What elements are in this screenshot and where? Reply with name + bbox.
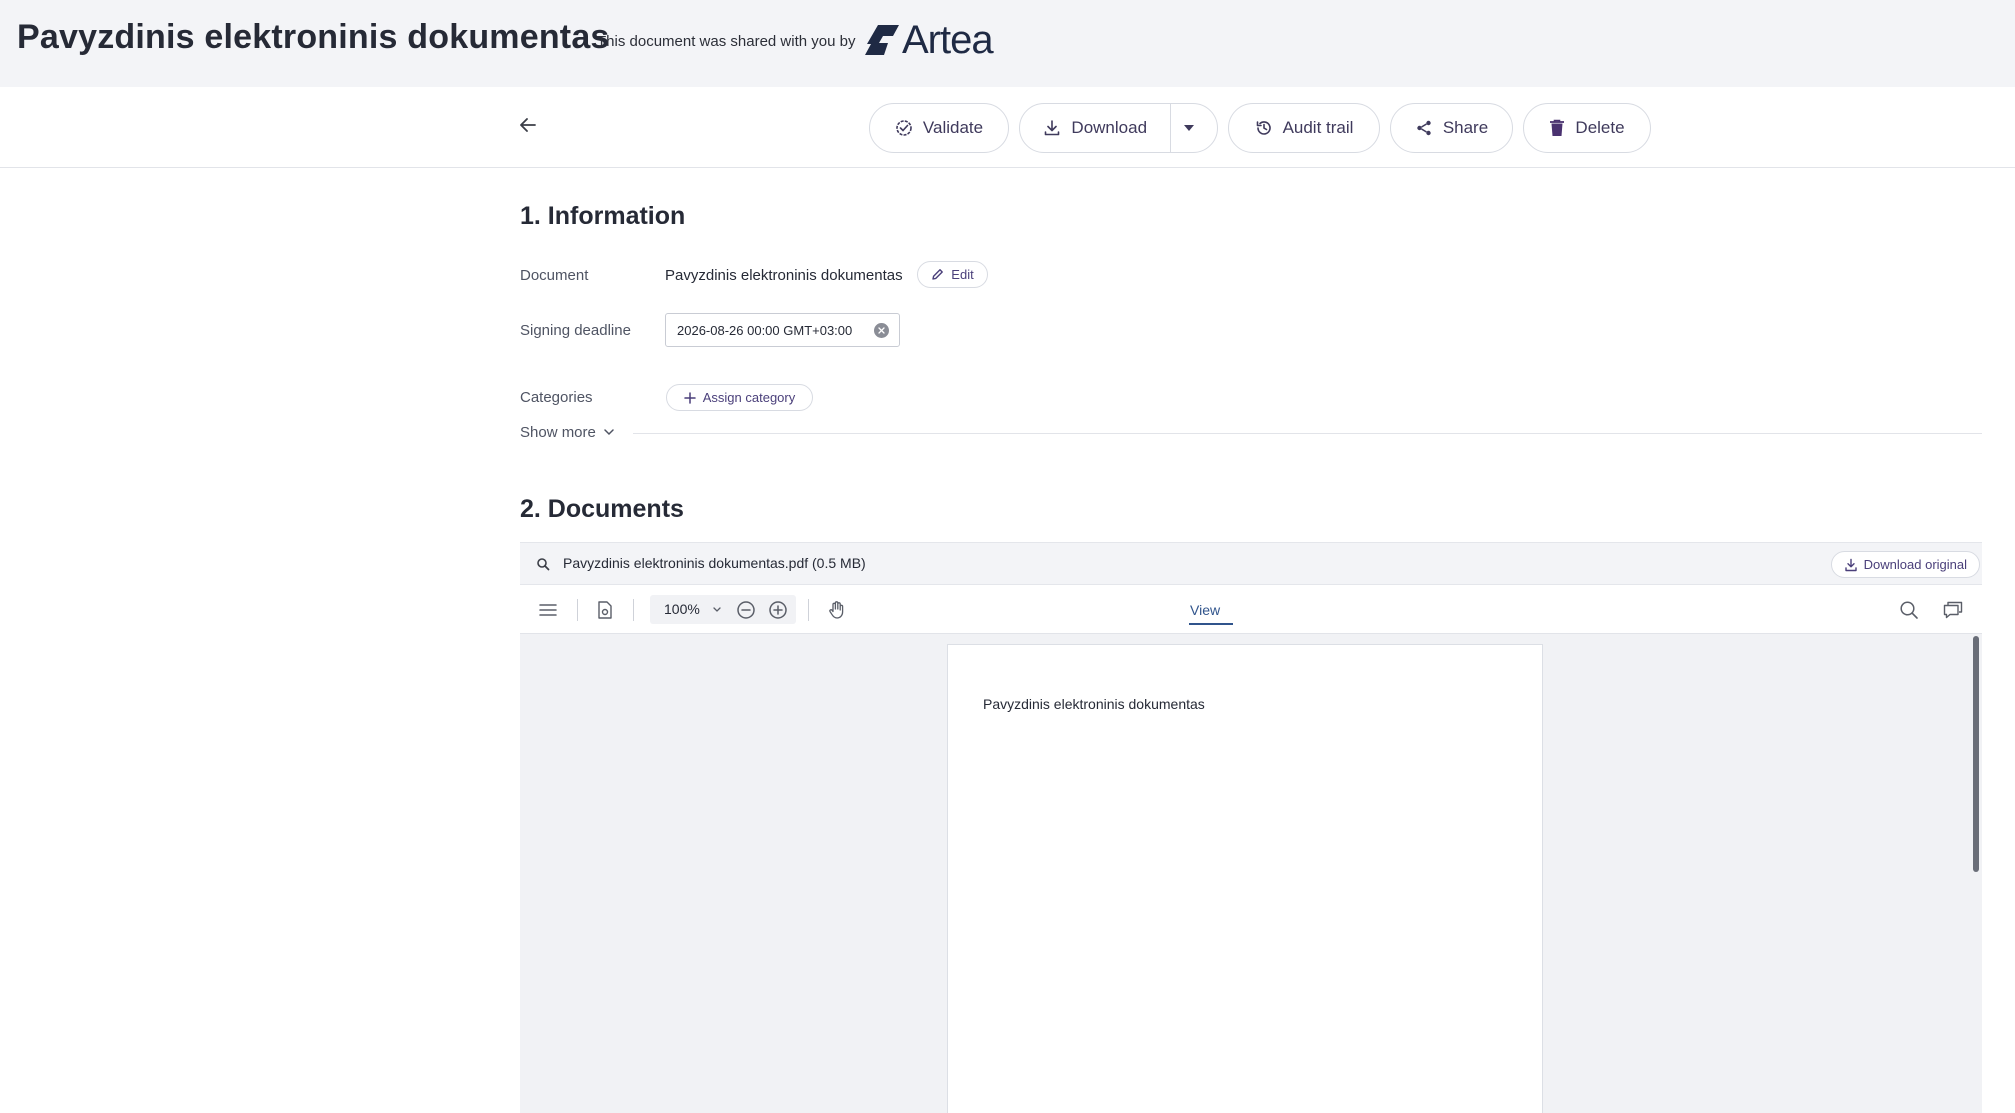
clear-deadline-button[interactable] [874, 323, 889, 338]
page-settings-button[interactable] [592, 597, 618, 623]
hand-icon [829, 601, 844, 619]
chevron-down-icon [713, 607, 721, 612]
trash-icon [1550, 119, 1565, 136]
zoom-out-button[interactable] [733, 597, 759, 623]
page-header: Pavyzdinis elektroninis dokumentas This … [0, 0, 2015, 87]
zoom-out-icon [737, 601, 755, 619]
pdf-canvas[interactable]: Pavyzdinis elektroninis dokumentas [520, 634, 1982, 1113]
download-label: Download [1071, 118, 1148, 137]
signing-deadline-value: 2026-08-26 00:00 GMT+03:00 [677, 322, 853, 338]
plus-icon [684, 391, 696, 404]
history-icon [1256, 121, 1271, 135]
chevron-down-icon [604, 429, 614, 436]
zoom-in-icon [769, 601, 787, 619]
download-options-button[interactable] [1171, 104, 1217, 152]
assign-category-label: Assign category [702, 390, 796, 405]
categories-label: Categories [520, 389, 593, 406]
share-button[interactable]: Share [1390, 103, 1513, 153]
share-icon [1417, 120, 1431, 136]
file-name: Pavyzdinis elektroninis dokumentas.pdf (… [563, 555, 866, 571]
download-original-button[interactable]: Download original [1830, 551, 1980, 578]
audit-trail-label: Audit trail [1282, 118, 1354, 137]
audit-trail-button[interactable]: Audit trail [1228, 103, 1380, 153]
menu-icon [539, 604, 557, 616]
back-button[interactable] [514, 111, 542, 139]
download-icon [1844, 558, 1857, 571]
artea-logo-icon [865, 25, 899, 55]
pan-tool-button[interactable] [824, 597, 850, 623]
document-label: Document [520, 267, 589, 284]
share-label: Share [1442, 118, 1489, 137]
pdf-page-text: Pavyzdinis elektroninis dokumentas [983, 696, 1205, 712]
page-title: Pavyzdinis elektroninis dokumentas [17, 18, 610, 56]
comments-icon [1943, 601, 1963, 619]
search-icon [1900, 601, 1918, 619]
zoom-in-button[interactable] [765, 597, 791, 623]
arrow-left-icon [520, 118, 536, 132]
tab-view[interactable]: View [1190, 602, 1220, 618]
sidebar-toggle-button[interactable] [535, 597, 561, 623]
validate-label: Validate [922, 118, 984, 137]
zoom-value: 100% [664, 601, 700, 617]
toolbar-separator [808, 599, 809, 621]
edit-label: Edit [951, 267, 974, 282]
download-icon [1045, 120, 1060, 136]
caret-down-icon [1184, 125, 1195, 131]
pdf-page: Pavyzdinis elektroninis dokumentas [947, 644, 1543, 1113]
search-icon [537, 558, 550, 571]
section-divider [633, 433, 1982, 434]
download-original-label: Download original [1863, 557, 1967, 572]
download-button[interactable]: Download [1020, 104, 1172, 152]
action-toolbar: Validate Download Audit trail Share Dele… [0, 87, 2015, 168]
close-icon [878, 327, 885, 334]
toolbar-separator [577, 599, 578, 621]
pencil-icon [932, 269, 944, 280]
scrollbar-track[interactable] [1968, 634, 1982, 1113]
signing-deadline-field[interactable]: 2026-08-26 00:00 GMT+03:00 [665, 313, 900, 347]
delete-button[interactable]: Delete [1523, 103, 1651, 153]
download-button-group: Download [1019, 103, 1218, 153]
shared-by-text: This document was shared with you by [597, 33, 856, 50]
delete-label: Delete [1575, 118, 1625, 137]
page-settings-icon [598, 601, 612, 619]
show-more-label: Show more [520, 424, 596, 441]
assign-category-button[interactable]: Assign category [666, 384, 813, 411]
toolbar-separator [633, 599, 634, 621]
validate-icon [896, 120, 912, 136]
validate-button[interactable]: Validate [869, 103, 1009, 153]
documents-section-title: 2. Documents [520, 495, 684, 523]
comments-button[interactable] [1940, 597, 1966, 623]
brand-name: Artea [902, 18, 994, 62]
scrollbar-thumb[interactable] [1973, 636, 1979, 872]
active-tab-indicator [1189, 623, 1233, 625]
edit-document-button[interactable]: Edit [917, 261, 988, 288]
document-name-value: Pavyzdinis elektroninis dokumentas [665, 267, 903, 284]
show-more-toggle[interactable]: Show more [520, 424, 614, 441]
brand-logo: Artea [864, 18, 994, 62]
search-document-button[interactable] [1896, 597, 1922, 623]
information-section-title: 1. Information [520, 202, 686, 230]
file-bar: Pavyzdinis elektroninis dokumentas.pdf (… [520, 542, 1982, 585]
signing-deadline-label: Signing deadline [520, 322, 631, 339]
pdf-viewer-toolbar: 100% View [520, 585, 1982, 634]
